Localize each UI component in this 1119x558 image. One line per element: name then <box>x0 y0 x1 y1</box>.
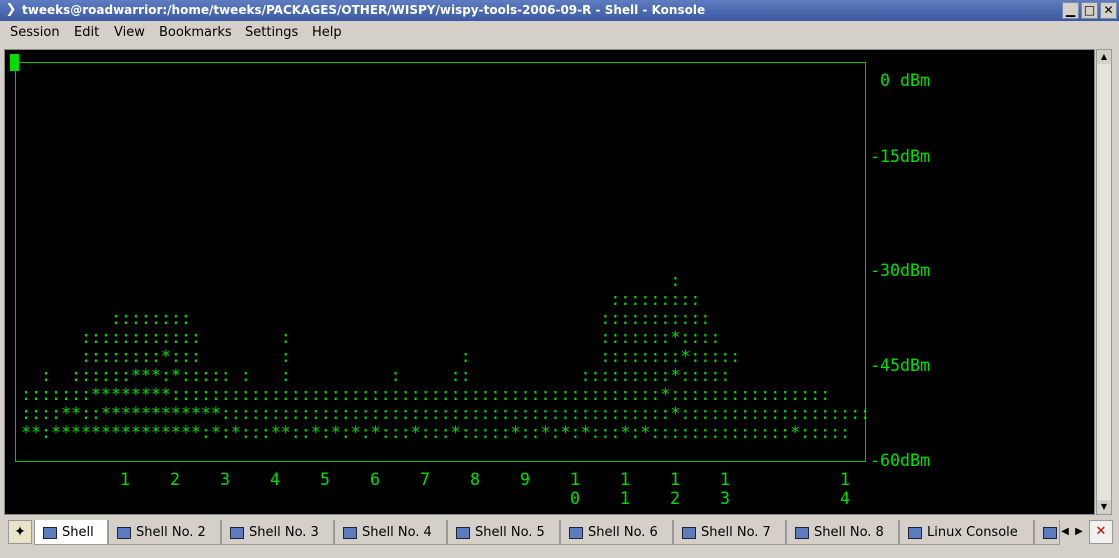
spectrum-line: ::::::::: <box>21 290 701 309</box>
spectrum-line: :::::::********:::::::::::::::::::::::::… <box>21 385 831 404</box>
x-label-channel-10: 10 <box>570 470 580 508</box>
terminal-icon <box>230 526 244 539</box>
menu-view[interactable]: View <box>114 21 145 45</box>
terminal-icon <box>456 526 470 539</box>
title-bar[interactable]: ❯ tweeks@roadwarrior:/home/tweeks/PACKAG… <box>0 0 1119 21</box>
x-label-channel-3: 3 <box>220 470 230 489</box>
terminal-icon <box>117 526 131 539</box>
tab-shell-6[interactable]: Shell No. 6 <box>560 520 673 545</box>
tab-shell-5[interactable]: Shell No. 5 <box>447 520 560 545</box>
spectrum-line: :::::::::::: : :::::::*:::: <box>21 328 721 347</box>
x-label-channel-11: 11 <box>620 470 630 508</box>
terminal-icon <box>1043 526 1057 539</box>
tab-shell[interactable]: Shell <box>34 520 108 545</box>
session-tab-bar: ✦ Shell Shell No. 2 Shell No. 3 Shell No… <box>0 518 1119 558</box>
x-label-channel-9: 9 <box>520 470 530 489</box>
window-menu-icon[interactable]: ❯ <box>3 2 19 18</box>
tab-shell-3[interactable]: Shell No. 3 <box>221 520 334 545</box>
spectrum-plot-frame: : ::::::::: :::::::: ::::::::::: :::::::… <box>15 62 870 462</box>
scroll-up-icon[interactable]: ▲ <box>1097 50 1111 64</box>
x-label-channel-1: 1 <box>120 470 130 489</box>
x-label-channel-13: 13 <box>720 470 730 508</box>
terminal-icon <box>343 526 357 539</box>
tab-next-icon[interactable]: ▶ <box>1072 520 1086 544</box>
spectrum-line: : <box>21 271 681 290</box>
menu-settings[interactable]: Settings <box>245 21 298 45</box>
spectrum-line: ::::::::*::: : : ::::::::*::::: <box>21 347 741 366</box>
x-label-channel-14: 14 <box>840 470 850 508</box>
x-label-channel-6: 6 <box>370 470 380 489</box>
y-label-60dbm: -60dBm <box>870 451 930 470</box>
x-label-channel-12: 12 <box>670 470 680 508</box>
tab-prev-icon[interactable]: ◀ <box>1058 520 1072 544</box>
x-label-channel-8: 8 <box>470 470 480 489</box>
terminal-icon <box>43 526 57 539</box>
minimize-button[interactable]: ▁ <box>1062 2 1079 19</box>
menu-help[interactable]: Help <box>312 21 342 45</box>
close-button[interactable]: ✕ <box>1100 2 1117 19</box>
menu-bookmarks[interactable]: Bookmarks <box>159 21 232 45</box>
new-session-icon[interactable]: ✦ <box>8 520 32 544</box>
terminal-icon <box>569 526 583 539</box>
scroll-down-icon[interactable]: ▼ <box>1097 500 1111 514</box>
tab-overflow[interactable] <box>1034 520 1060 545</box>
terminal-scrollbar[interactable]: ▲ ▼ <box>1096 49 1112 515</box>
terminal-icon <box>795 526 809 539</box>
x-label-channel-4: 4 <box>270 470 280 489</box>
y-label-45dbm: -45dBm <box>870 356 930 375</box>
spectrum-graph: : ::::::::: :::::::: ::::::::::: :::::::… <box>21 271 870 442</box>
terminal-area[interactable]: : ::::::::: :::::::: ::::::::::: :::::::… <box>4 49 1095 515</box>
y-label-15dbm: -15dBm <box>870 147 930 166</box>
x-label-channel-5: 5 <box>320 470 330 489</box>
maximize-button[interactable]: □ <box>1081 2 1098 19</box>
tab-shell-2[interactable]: Shell No. 2 <box>108 520 221 545</box>
spectrum-line: **:***************:*:*:::**::*:*:*:*:::*… <box>21 423 851 442</box>
y-label-30dbm: -30dBm <box>870 261 930 280</box>
tab-shell-8[interactable]: Shell No. 8 <box>786 520 899 545</box>
tab-linux-console[interactable]: Linux Console <box>899 520 1034 545</box>
window-title: tweeks@roadwarrior:/home/tweeks/PACKAGES… <box>22 3 706 17</box>
tab-shell-7[interactable]: Shell No. 7 <box>673 520 786 545</box>
spectrum-line: :::::::: ::::::::::: <box>21 309 711 328</box>
x-label-channel-2: 2 <box>170 470 180 489</box>
menu-session[interactable]: Session <box>10 21 60 45</box>
spectrum-line: ::::**::************::::::::::::::::::::… <box>21 404 871 423</box>
tab-shell-4[interactable]: Shell No. 4 <box>334 520 447 545</box>
menu-bar: Session Edit View Bookmarks Settings Hel… <box>0 21 1119 45</box>
terminal-icon <box>682 526 696 539</box>
y-label-0dbm: 0 dBm <box>880 71 930 90</box>
menu-edit[interactable]: Edit <box>74 21 99 45</box>
close-tab-icon[interactable]: ✕ <box>1089 520 1113 544</box>
terminal-icon <box>908 526 922 539</box>
x-label-channel-7: 7 <box>420 470 430 489</box>
spectrum-line: : ::::::***:*::::: : : : :: :::::::::*::… <box>21 366 731 385</box>
